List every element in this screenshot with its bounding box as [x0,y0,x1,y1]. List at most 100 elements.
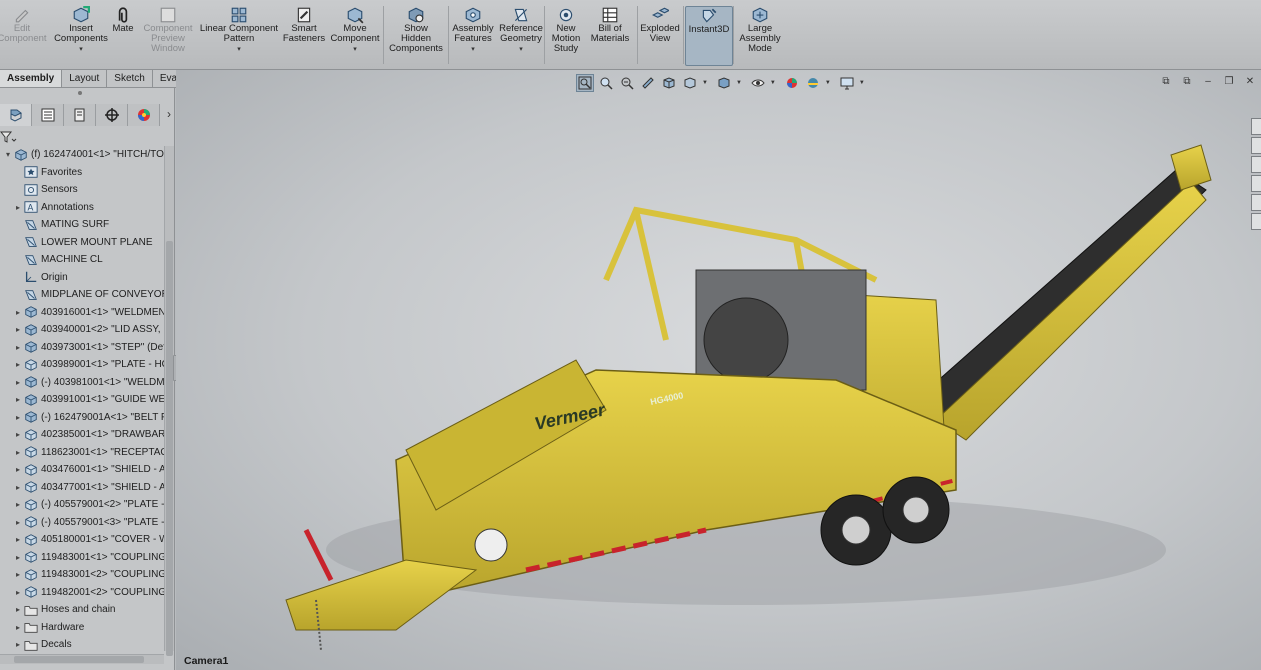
chevron-down-icon[interactable]: ▾ [471,46,475,54]
tree-item[interactable]: ▸ Decals [0,636,165,651]
chevron-down-icon[interactable]: ▾ [237,46,241,54]
chevron-right-icon[interactable]: ▸ [12,588,24,597]
tab-sketch[interactable]: Sketch [107,70,153,88]
view-settings-button[interactable] [838,74,856,92]
tree-item[interactable]: Sensors [0,181,165,199]
chevron-right-icon[interactable]: ▸ [12,483,24,492]
edit-component-button[interactable]: Edit Component [0,6,47,66]
chevron-down-icon[interactable]: ▾ [519,46,523,54]
tab-configuration-manager[interactable] [64,104,96,126]
chevron-down-icon[interactable]: ▾ [2,150,14,159]
tree-item[interactable]: ▸ 405180001<1> "COVER - W [0,531,165,549]
3d-model-wood-grinder[interactable]: Vermeer HG4000 [276,130,1226,650]
tree-item[interactable]: ▸ A Annotations [0,199,165,217]
chevron-right-icon[interactable]: ▸ [12,448,24,457]
instant3d-button[interactable]: Instant3D [685,6,733,66]
tree-item[interactable]: ▸ 403916001<1> "WELDMEN [0,304,165,322]
chevron-down-icon[interactable]: ▾ [79,46,83,54]
new-motion-study-button[interactable]: New Motion Study [547,6,585,66]
expand-right-icon[interactable]: ⧉ [1180,75,1194,89]
chevron-right-icon[interactable]: ▸ [12,413,24,422]
chevron-right-icon[interactable]: ▸ [12,343,24,352]
chevron-right-icon[interactable]: ▸ [12,430,24,439]
chevron-down-icon[interactable]: ▼ [859,80,865,86]
component-preview-window-button[interactable]: Component Preview Window [140,6,196,66]
chevron-right-icon[interactable]: ▸ [12,308,24,317]
tree-item[interactable]: ▸ 119483001<1> "COUPLING [0,549,165,567]
tree-item[interactable]: ▸ 402385001<1> "DRAWBAR, [0,426,165,444]
chevron-right-icon[interactable]: ▸ [12,570,24,579]
tree-item[interactable]: LOWER MOUNT PLANE [0,234,165,252]
panel-grip[interactable] [78,91,82,95]
chevron-down-icon[interactable]: ▼ [736,80,742,86]
tree-item[interactable]: Favorites [0,164,165,182]
show-hidden-components-button[interactable]: Show Hidden Components [384,6,448,66]
file-explorer-icon[interactable] [1251,175,1261,192]
scrollbar-thumb[interactable] [166,241,173,656]
chevron-right-icon[interactable]: ▸ [12,378,24,387]
tab-feature-manager[interactable] [0,104,32,126]
graphics-area[interactable]: ▼ ▼ ▼ ▼ ▼ ⧉ ⧉ – ❐ ✕ Vermeer HG4000 Camer… [176,70,1261,670]
design-library-icon[interactable] [1251,156,1261,173]
chevron-down-icon[interactable]: ▼ [770,80,776,86]
tab-property-manager[interactable] [32,104,64,126]
tree-item[interactable]: ▸ 403989001<1> "PLATE - HO [0,356,165,374]
mate-button[interactable]: Mate [108,6,138,66]
display-style-button[interactable] [715,74,733,92]
tab-display-manager[interactable] [128,104,160,126]
tree-item[interactable]: ▸ (-) 405579001<3> "PLATE - [0,514,165,532]
minimize-icon[interactable]: – [1201,75,1215,89]
insert-components-button[interactable]: Insert Components ▾ [54,6,108,66]
tree-item[interactable]: ▸ (-) 162479001A<1> "BELT F [0,409,165,427]
chevron-right-icon[interactable]: ▸ [12,535,24,544]
tree-item[interactable]: ▸ (-) 403981001<1> "WELDM [0,374,165,392]
previous-view-button[interactable] [618,74,636,92]
chevron-down-icon[interactable]: ▾ [353,46,357,54]
tab-dimxpert[interactable] [96,104,128,126]
tree-item[interactable]: MATING SURF [0,216,165,234]
large-assembly-mode-button[interactable]: Large Assembly Mode [736,6,784,66]
tree-item[interactable]: ▸ 403991001<1> "GUIDE WEL [0,391,165,409]
chevron-right-icon[interactable]: ▸ [12,500,24,509]
section-view-button[interactable] [639,74,657,92]
tree-item[interactable]: ▸ Hardware [0,619,165,637]
restore-icon[interactable]: ❐ [1222,75,1236,89]
appearances-icon[interactable] [1251,194,1261,211]
scrollbar-thumb[interactable] [14,656,144,663]
resources-icon[interactable] [1251,137,1261,154]
tree-item[interactable]: ▸ 403940001<2> "LID ASSY, H [0,321,165,339]
reference-geometry-button[interactable]: Reference Geometry ▾ [497,6,545,66]
chevron-right-icon[interactable]: ▸ [12,623,24,632]
zoom-to-area-button[interactable] [597,74,615,92]
tree-item[interactable]: MACHINE CL [0,251,165,269]
chevron-right-icon[interactable]: ▸ [12,553,24,562]
move-component-button[interactable]: Move Component ▾ [328,6,382,66]
chevron-right-icon[interactable]: ▸ [12,395,24,404]
tree-vertical-scrollbar[interactable] [164,146,174,656]
chevron-down-icon[interactable]: ▼ [825,80,831,86]
exploded-view-button[interactable]: Exploded View [637,6,683,66]
apply-scene-button[interactable] [804,74,822,92]
home-icon[interactable] [1251,118,1261,135]
dynamic-annotation-button[interactable] [660,74,678,92]
assembly-features-button[interactable]: Assembly Features ▾ [451,6,495,66]
tree-horizontal-scrollbar[interactable] [0,654,164,664]
chevron-right-icon[interactable]: ▸ [12,203,24,212]
chevron-down-icon[interactable]: ▼ [702,80,708,86]
tree-item[interactable]: ▸ 119483001<2> "COUPLING [0,566,165,584]
tree-item[interactable]: Origin [0,269,165,287]
chevron-right-icon[interactable]: ▸ [12,325,24,334]
bill-of-materials-button[interactable]: Bill of Materials [587,6,633,66]
view-orientation-button[interactable] [681,74,699,92]
tree-item[interactable]: ▸ 403476001<1> "SHIELD - A [0,461,165,479]
hide-show-items-button[interactable] [749,74,767,92]
tree-item[interactable]: ▸ (-) 405579001<2> "PLATE - [0,496,165,514]
chevron-right-icon[interactable]: › [167,107,171,121]
filter-icon[interactable] [0,130,18,144]
tree-item[interactable]: ▸ 403973001<1> "STEP" (Defa [0,339,165,357]
zoom-to-fit-button[interactable] [576,74,594,92]
tab-layout[interactable]: Layout [62,70,108,88]
tree-item[interactable]: ▸ 403477001<1> "SHIELD - A [0,479,165,497]
tree-item[interactable]: ▸ Hoses and chain [0,601,165,619]
tree-item[interactable]: ▾ (f) 162474001<1> "HITCH/TOO [0,146,165,164]
